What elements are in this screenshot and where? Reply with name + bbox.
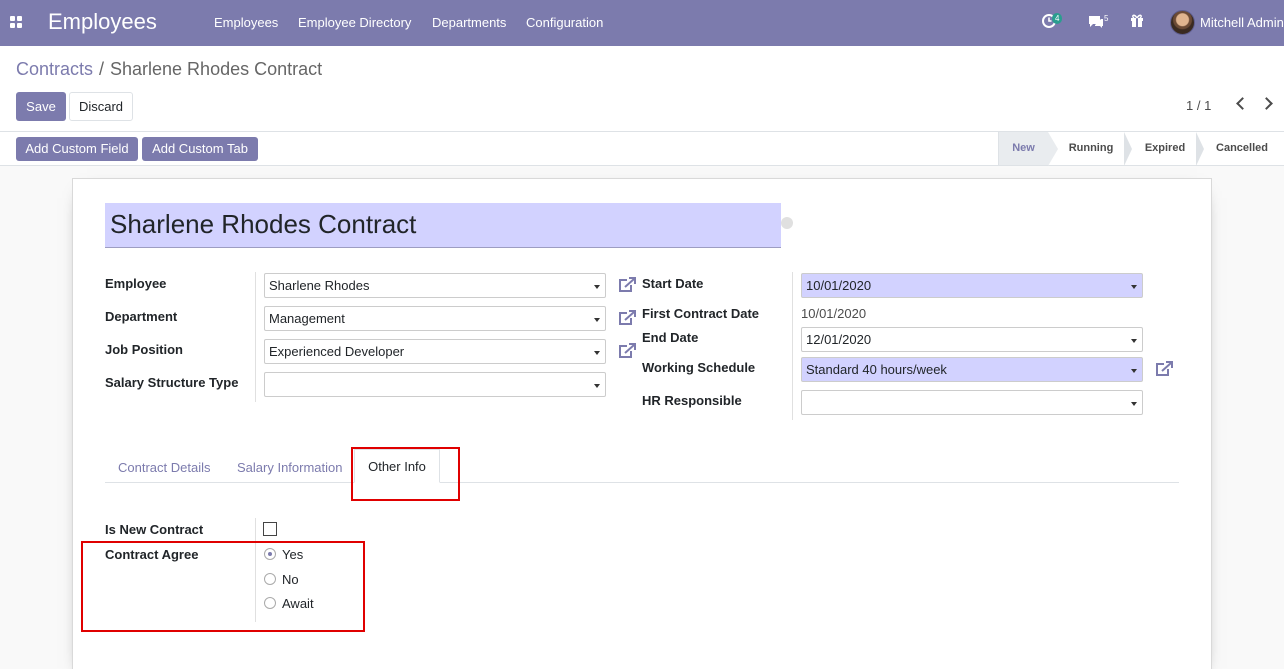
discard-button[interactable]: Discard <box>69 92 133 121</box>
dropdown-caret-icon <box>1131 369 1137 373</box>
working-schedule-value: Standard 40 hours/week <box>806 362 947 377</box>
employee-select[interactable]: Sharlene Rhodes <box>264 273 606 298</box>
dropdown-caret-icon <box>594 318 600 322</box>
contract-name-input[interactable]: Sharlene Rhodes Contract <box>105 203 781 248</box>
stage-divider <box>1196 132 1204 166</box>
stage-divider <box>1124 132 1132 166</box>
breadcrumb-contracts-link[interactable]: Contracts <box>16 59 93 80</box>
hr-responsible-select[interactable] <box>801 390 1143 415</box>
department-value: Management <box>269 311 345 326</box>
start-date-label: Start Date <box>642 276 704 291</box>
job-position-label: Job Position <box>105 342 183 357</box>
menu-configuration[interactable]: Configuration <box>526 15 603 30</box>
employee-label: Employee <box>105 276 167 291</box>
stage-new[interactable]: New <box>998 132 1048 165</box>
external-link-icon[interactable] <box>618 343 636 359</box>
control-panel: Contracts / Sharlene Rhodes Contract Sav… <box>0 46 1284 132</box>
is-new-contract-label: Is New Contract <box>105 522 204 537</box>
message-count-badge: 5 <box>1104 14 1109 23</box>
employee-value: Sharlene Rhodes <box>269 278 370 293</box>
job-position-value: Experienced Developer <box>269 344 405 359</box>
gift-icon[interactable] <box>1130 13 1144 30</box>
apps-menu-icon[interactable] <box>10 16 23 29</box>
label-divider <box>792 272 793 420</box>
dropdown-caret-icon <box>1131 339 1137 343</box>
working-schedule-label: Working Schedule <box>642 360 756 375</box>
stage-divider <box>1048 132 1058 166</box>
dropdown-caret-icon <box>1131 285 1137 289</box>
first-contract-date-value: 10/01/2020 <box>801 306 867 321</box>
salary-structure-type-select[interactable] <box>264 372 606 397</box>
stage-expired[interactable]: Expired <box>1134 132 1196 165</box>
contract-agree-highlight-box <box>81 541 365 632</box>
hr-responsible-label: HR Responsible <box>642 393 742 408</box>
dropdown-caret-icon <box>594 384 600 388</box>
end-date-value: 12/01/2020 <box>806 332 872 347</box>
tab-highlight-box <box>351 447 460 501</box>
pager-next-icon[interactable] <box>1260 97 1273 110</box>
department-select[interactable]: Management <box>264 306 606 331</box>
top-navbar: Employees Employees Employee Directory D… <box>0 0 1284 46</box>
user-name[interactable]: Mitchell Admin <box>1200 15 1284 30</box>
salary-structure-type-label: Salary Structure Type <box>105 375 239 390</box>
tab-contract-details[interactable]: Contract Details <box>118 460 210 475</box>
user-avatar[interactable] <box>1170 10 1195 35</box>
start-date-value: 10/01/2020 <box>806 278 872 293</box>
department-label: Department <box>105 309 178 324</box>
external-link-icon[interactable] <box>1155 361 1173 377</box>
first-contract-date-label: First Contract Date <box>642 306 760 321</box>
tabs-underline <box>105 482 1179 483</box>
breadcrumb-separator: / <box>99 59 105 79</box>
dropdown-caret-icon <box>594 285 600 289</box>
end-date-label: End Date <box>642 330 699 345</box>
kanban-state-dot[interactable] <box>781 217 793 229</box>
add-custom-field-button[interactable]: Add Custom Field <box>16 137 138 161</box>
pager-previous-icon[interactable] <box>1236 97 1249 110</box>
label-divider <box>255 272 256 402</box>
app-title[interactable]: Employees <box>48 9 157 35</box>
menu-employee-directory[interactable]: Employee Directory <box>298 15 411 30</box>
working-schedule-select[interactable]: Standard 40 hours/week <box>801 357 1143 382</box>
external-link-icon[interactable] <box>618 310 636 326</box>
start-date-input[interactable]: 10/01/2020 <box>801 273 1143 298</box>
activity-count-badge: 4 <box>1052 13 1063 24</box>
dropdown-caret-icon <box>1131 402 1137 406</box>
stage-running[interactable]: Running <box>1058 132 1124 165</box>
tab-salary-information[interactable]: Salary Information <box>237 460 343 475</box>
menu-departments[interactable]: Departments <box>432 15 506 30</box>
breadcrumb-current: Sharlene Rhodes Contract <box>110 59 323 79</box>
messages-icon[interactable] <box>1087 14 1104 32</box>
is-new-contract-checkbox[interactable] <box>263 522 277 536</box>
status-bar: Add Custom Field Add Custom Tab New Runn… <box>0 132 1284 166</box>
stage-cancelled[interactable]: Cancelled <box>1206 132 1278 165</box>
save-button[interactable]: Save <box>16 92 66 121</box>
end-date-input[interactable]: 12/01/2020 <box>801 327 1143 352</box>
dropdown-caret-icon <box>594 351 600 355</box>
pager-value[interactable]: 1 / 1 <box>1186 98 1211 113</box>
external-link-icon[interactable] <box>618 277 636 293</box>
menu-employees[interactable]: Employees <box>214 15 278 30</box>
job-position-select[interactable]: Experienced Developer <box>264 339 606 364</box>
add-custom-tab-button[interactable]: Add Custom Tab <box>142 137 258 161</box>
